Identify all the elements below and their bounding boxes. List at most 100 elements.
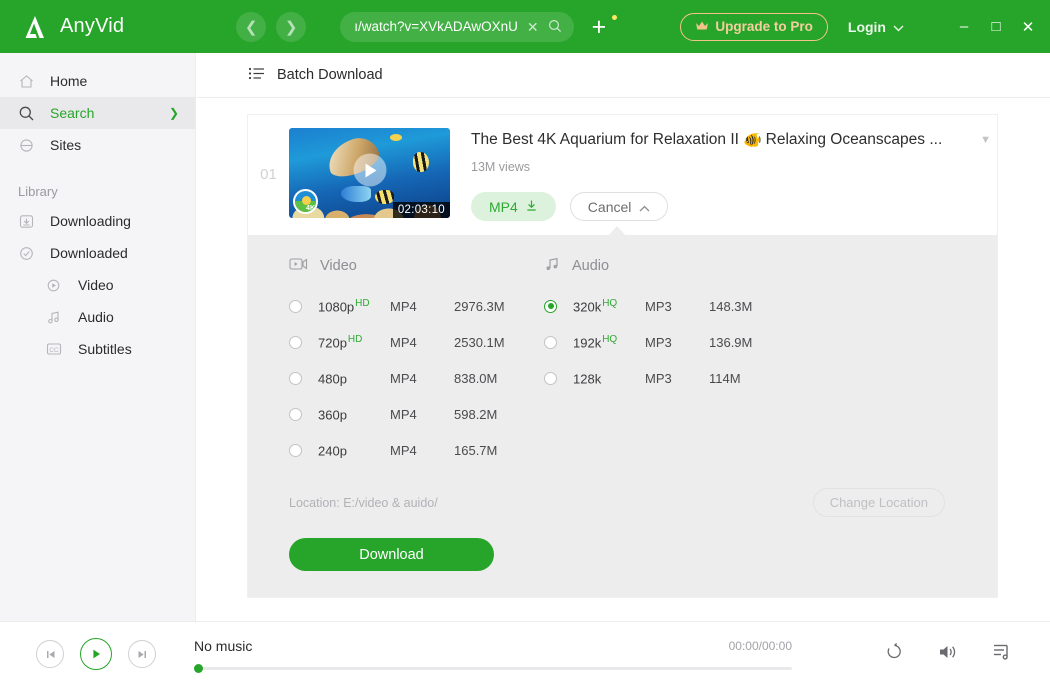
video-thumbnail[interactable]: 4K 02:03:10 [289,128,450,218]
download-row: Download [248,517,997,597]
play-icon[interactable] [353,153,386,187]
play-button[interactable] [80,638,112,670]
audio-option-row[interactable]: 192kHQ MP3 136.9M [544,324,844,360]
player-controls [36,638,156,670]
anyvid-logo-icon [20,12,50,42]
audio-option-radio[interactable] [544,371,557,385]
check-circle-icon [18,245,40,262]
sidebar-item-subtitles[interactable]: CC Subtitles [0,333,195,365]
login-menu[interactable]: Login [848,19,904,35]
player-track-info: No music 00:00/00:00 [194,638,792,673]
video-option-radio[interactable] [289,371,302,385]
video-option-row[interactable]: 360p MP4 598.2M [289,396,544,432]
forward-button[interactable]: ❯ [276,11,307,42]
video-option-radio[interactable] [289,443,302,457]
sidebar-label: Sites [50,137,82,153]
address-bar-value: ı/watch?v=XVkADAwOXnU [354,19,518,34]
video-duration: 02:03:10 [392,202,450,218]
plus-icon: + [591,12,607,41]
sidebar-item-audio[interactable]: Audio [0,301,195,333]
upgrade-to-pro-button[interactable]: Upgrade to Pro [680,12,828,41]
skip-next-icon[interactable] [128,640,156,668]
video-option-radio[interactable] [289,407,302,421]
download-button[interactable]: Download [289,538,494,571]
audio-option-size: 114M [709,370,741,386]
video-title-part2: Relaxing Oceanscapes ... [765,131,943,148]
fish-emoji-icon: 🐠 [742,132,762,149]
cancel-label: Cancel [587,198,632,215]
sidebar-label: Downloaded [50,245,128,261]
video-option-quality: 360p [318,407,347,423]
back-button[interactable]: ❮ [236,11,267,42]
crown-icon [695,19,709,34]
address-bar[interactable]: ı/watch?v=XVkADAwOXnU ✕ [340,11,574,42]
format-label: MP4 [489,198,518,215]
audio-option-format: MP3 [645,370,672,386]
video-option-format: MP4 [390,334,417,350]
chevron-down-icon[interactable]: ▼ [970,134,991,146]
audio-option-row[interactable]: 128k MP3 114M [544,360,844,396]
chevron-up-icon [639,199,650,215]
playlist-icon[interactable] [992,642,1012,666]
video-option-format: MP4 [390,406,417,422]
sidebar: Home Search ❯ Sites Library Downloading [0,53,196,621]
format-button[interactable]: MP4 [471,192,556,221]
sidebar-item-home[interactable]: Home [0,65,195,97]
audio-option-radio[interactable] [544,299,557,313]
audio-column-label: Audio [572,258,610,274]
video-option-radio[interactable] [289,335,302,349]
sidebar-label: Home [50,73,88,89]
close-icon[interactable]: ✕ [527,20,539,34]
app-window: AnyVid ❮ ❯ ı/watch?v=XVkADAwOXnU ✕ + Upg… [0,0,1050,686]
globe-icon [18,137,40,154]
video-column-header: Video [289,257,544,275]
video-title-part1: The Best 4K Aquarium for Relaxation II [471,131,739,148]
video-option-radio[interactable] [289,299,302,313]
app-name: AnyVid [60,15,125,37]
audio-option-radio[interactable] [544,335,557,349]
video-option-row[interactable]: 480p MP4 838.0M [289,360,544,396]
sidebar-item-search[interactable]: Search ❯ [0,97,195,129]
video-option-row[interactable]: 720pHD MP4 2530.1M [289,324,544,360]
video-icon [289,257,308,275]
thumbnail-art [413,152,429,172]
video-option-size: 165.7M [454,442,498,458]
audio-column-header: Audio [544,257,844,275]
search-icon[interactable] [548,19,562,35]
cc-icon: CC [46,342,68,356]
player-bar: No music 00:00/00:00 [0,621,1050,686]
skip-previous-icon[interactable] [36,640,64,668]
4k-badge-icon: 4K [293,189,318,214]
audio-option-quality: 320kHQ [573,297,618,315]
maximize-button[interactable]: □ [988,18,1004,35]
music-note-icon [46,310,68,325]
change-location-button[interactable]: Change Location [812,488,945,517]
video-option-row[interactable]: 1080pHD MP4 2976.3M [289,288,544,324]
minimize-button[interactable]: – [956,18,972,35]
sidebar-label: Subtitles [78,341,132,357]
audio-option-row[interactable]: 320kHQ MP3 148.3M [544,288,844,324]
sidebar-item-sites[interactable]: Sites [0,129,195,161]
sidebar-item-video[interactable]: Video [0,269,195,301]
window-controls: – □ ✕ [956,18,1036,36]
volume-icon[interactable] [938,643,958,666]
video-title[interactable]: The Best 4K Aquarium for Relaxation II 🐠… [471,131,997,149]
player-progress-bar[interactable] [194,664,792,673]
video-option-size: 598.2M [454,406,498,422]
video-column-label: Video [320,258,357,274]
sidebar-item-downloaded[interactable]: Downloaded [0,237,195,269]
batch-download-header[interactable]: Batch Download [197,53,1050,98]
video-option-row[interactable]: 240p MP4 165.7M [289,432,544,468]
sidebar-item-downloading[interactable]: Downloading [0,205,195,237]
close-button[interactable]: ✕ [1020,18,1036,36]
quality-columns: Video 1080pHD MP4 2976.3M 720pHD MP4 253… [248,257,997,468]
location-text: Location: E:/video & auido/ [289,495,438,510]
repeat-icon[interactable] [885,642,904,666]
thumbnail-art [390,134,402,141]
cancel-button[interactable]: Cancel [569,192,669,221]
download-card: 01 4K 02:03:10 The Best 4K Aquarium for … [248,115,997,597]
video-option-quality: 480p [318,371,347,387]
player-progress-handle[interactable] [194,664,203,673]
new-tab-button[interactable]: + [591,12,617,41]
card-header: 01 4K 02:03:10 The Best 4K Aquarium for … [248,115,997,235]
